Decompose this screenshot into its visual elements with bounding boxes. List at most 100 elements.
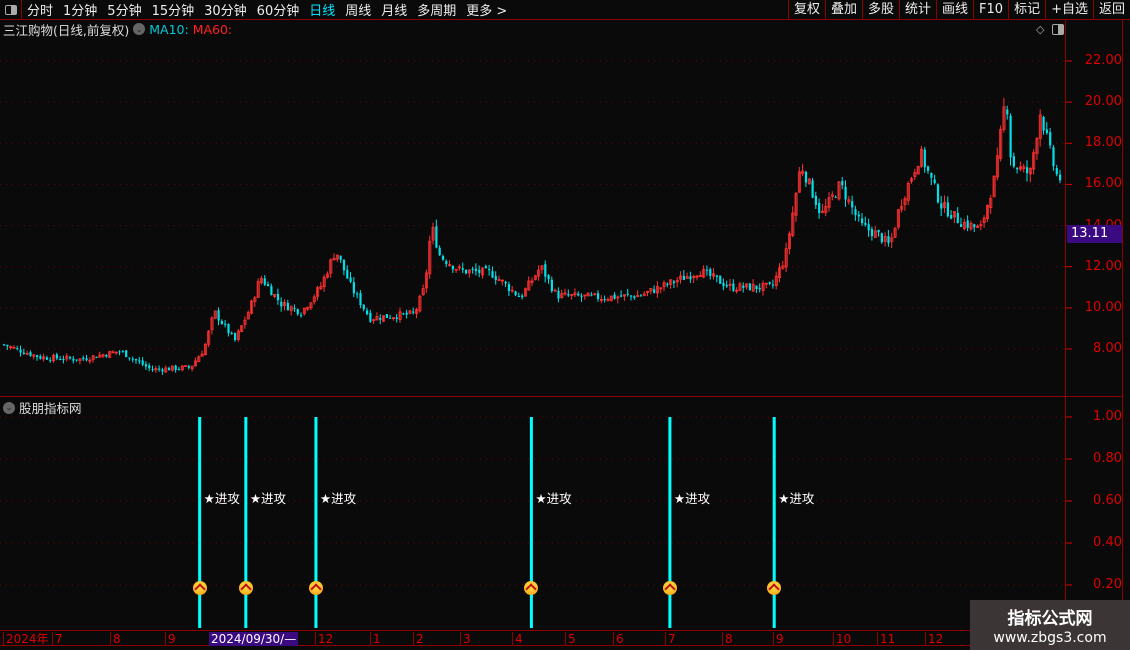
candle-body xyxy=(95,356,98,358)
candle-body xyxy=(722,282,725,287)
candle-body xyxy=(22,352,25,354)
candle-body xyxy=(597,293,600,300)
month-label: 5 xyxy=(565,632,576,646)
candle-body xyxy=(715,275,718,277)
candle-body xyxy=(1052,147,1055,167)
candle-body xyxy=(349,277,352,282)
candle-body xyxy=(857,214,860,217)
candle-body xyxy=(85,358,88,361)
candle-body xyxy=(867,224,870,231)
candle-body xyxy=(19,349,22,353)
candle-body xyxy=(29,352,32,356)
candle-body xyxy=(395,317,398,320)
candle-body xyxy=(359,293,362,306)
candle-body xyxy=(973,224,976,228)
candle-body xyxy=(960,224,963,228)
candle-body xyxy=(461,268,464,270)
date-axis: 2024/09/30/— 2024年 7 8 9 12 1 2 3 4 5 6 7 8 9 10 11 12 xyxy=(0,630,1065,646)
candle-body xyxy=(940,203,943,209)
candle-body xyxy=(758,287,761,290)
indicator-tick: 0.40 xyxy=(1093,535,1122,550)
candle-body xyxy=(339,255,342,260)
candle-body xyxy=(412,311,415,313)
candle-body xyxy=(168,367,171,371)
candle-body xyxy=(742,285,745,288)
candle-body xyxy=(217,310,220,321)
candle-body xyxy=(818,202,821,213)
candle-body xyxy=(933,179,936,184)
candle-body xyxy=(3,344,6,346)
watermark: 指标公式网 www.zbgs3.com xyxy=(970,600,1130,650)
candle-body xyxy=(577,293,580,296)
candle-body xyxy=(105,355,108,357)
signal-bar xyxy=(772,417,776,628)
candle-body xyxy=(441,256,445,260)
candle-body xyxy=(1055,168,1058,175)
candle-body xyxy=(834,196,837,198)
candle-body xyxy=(474,268,478,272)
axis-divider xyxy=(1065,20,1066,646)
kline-chart[interactable] xyxy=(0,0,1130,650)
candle-body xyxy=(72,358,75,361)
candle-body xyxy=(950,215,953,219)
candle-body xyxy=(804,171,808,183)
candle-body xyxy=(144,364,148,367)
candle-body xyxy=(224,323,227,325)
month-label: 7 xyxy=(52,632,63,646)
up-arrow-badge-icon xyxy=(238,581,253,595)
price-tick: 20.00 xyxy=(1084,94,1122,110)
candle-body xyxy=(613,294,616,299)
candle-body xyxy=(36,355,39,358)
candle-body xyxy=(1045,129,1048,133)
candle-body xyxy=(672,281,676,284)
month-label: 2024年 xyxy=(3,632,49,646)
candle-body xyxy=(1012,156,1015,167)
price-tick: 10.00 xyxy=(1084,299,1122,315)
candle-body xyxy=(75,359,78,361)
candle-body xyxy=(1026,167,1029,174)
candle-body xyxy=(346,269,349,279)
candle-body xyxy=(517,295,520,298)
candle-body xyxy=(220,320,223,325)
candle-body xyxy=(1049,132,1052,146)
candle-body xyxy=(956,212,959,224)
chevron-down-icon[interactable]: ⌄ xyxy=(3,401,15,414)
candle-body xyxy=(263,278,266,285)
candle-body xyxy=(861,218,864,224)
candle-body xyxy=(16,348,19,350)
candle-body xyxy=(544,264,547,277)
candle-body xyxy=(603,299,606,301)
candle-body xyxy=(841,181,844,186)
candle-body xyxy=(356,293,359,295)
candle-body xyxy=(174,365,177,370)
price-tick: 8.00 xyxy=(1093,340,1122,356)
signal-bar xyxy=(668,417,672,628)
candle-body xyxy=(59,359,62,361)
price-tick: 18.00 xyxy=(1084,135,1122,151)
candle-body xyxy=(286,302,289,311)
candle-body xyxy=(121,351,124,353)
month-label: 1 xyxy=(370,632,381,646)
month-label: 7 xyxy=(665,632,676,646)
candle-body xyxy=(630,295,633,297)
candle-body xyxy=(135,359,138,361)
candle-body xyxy=(709,269,712,276)
watermark-title: 指标公式网 xyxy=(1007,609,1093,629)
right-info-panel-edge[interactable] xyxy=(1122,20,1130,630)
candle-body xyxy=(666,283,669,285)
candle-body xyxy=(276,293,280,301)
candle-body xyxy=(514,291,517,296)
candle-body xyxy=(927,166,930,171)
candle-body xyxy=(1009,115,1012,158)
candle-body xyxy=(131,358,134,360)
candle-body xyxy=(484,266,487,269)
candle-body xyxy=(445,261,448,265)
candle-body xyxy=(158,368,161,370)
candle-body xyxy=(148,365,151,369)
indicator-tick: 0.80 xyxy=(1093,451,1122,466)
candle-body xyxy=(550,279,553,292)
candle-body xyxy=(771,284,775,286)
month-label: 3 xyxy=(460,632,471,646)
candle-body xyxy=(280,301,283,307)
candle-body xyxy=(870,229,874,237)
